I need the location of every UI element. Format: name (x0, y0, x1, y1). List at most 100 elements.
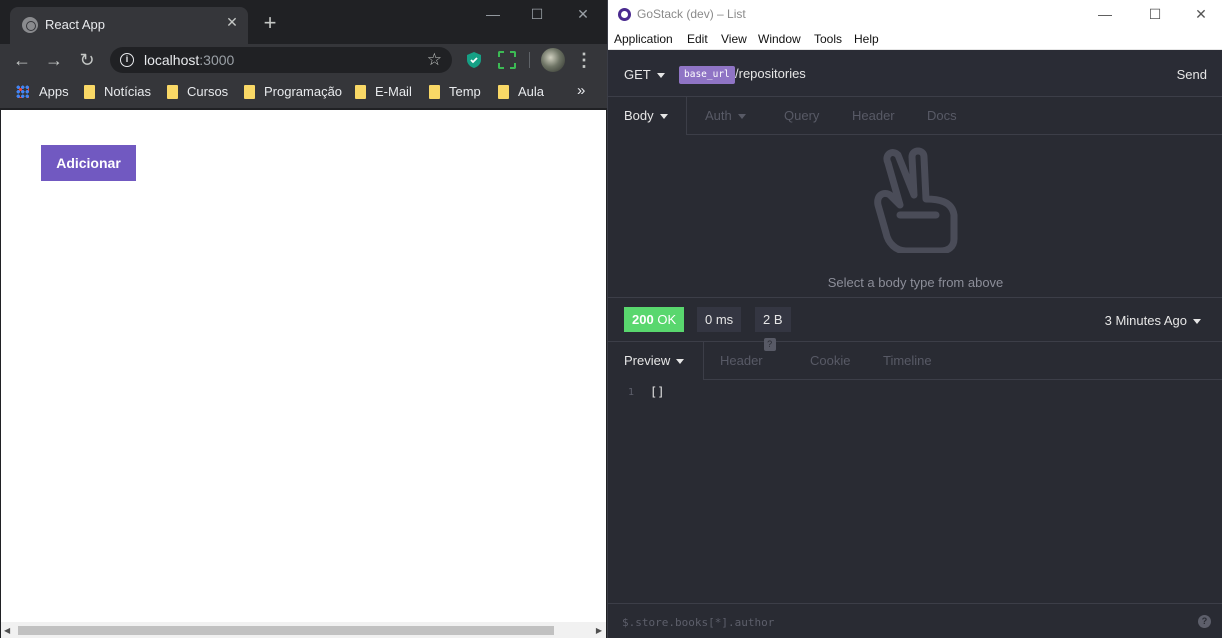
request-url-bar: GET base_url /repositories Send (608, 50, 1222, 97)
profile-avatar[interactable] (541, 48, 565, 72)
maximize-icon[interactable]: ☐ (1140, 4, 1170, 24)
browser-tab[interactable]: React App ✕ (10, 7, 248, 44)
bookmark-aula[interactable]: Aula (498, 84, 544, 100)
response-time-badge: 0 ms (697, 307, 742, 332)
tab-label: Preview (624, 353, 671, 368)
tab-label: Header (720, 353, 763, 368)
menu-window[interactable]: Window (758, 32, 801, 46)
bookmark-label: Cursos (187, 84, 229, 99)
info-icon[interactable]: i (120, 53, 134, 67)
chevron-down-icon (676, 359, 685, 365)
address-bar[interactable]: i localhost:3000 ☆ (110, 47, 452, 73)
desktop: React App ✕ + — ☐ ✕ ← → ↻ i localhost:30… (0, 0, 1222, 638)
page-viewport: Adicionar ◀ ▶ (1, 110, 606, 638)
bookmark-label: Programação (264, 84, 343, 99)
response-size-badge: 2 B (755, 307, 791, 332)
folder-icon (429, 85, 440, 99)
response-tabs: Preview Header? Cookie Timeline (608, 338, 1222, 380)
response-filter-bar: ? (608, 603, 1222, 638)
tab-body[interactable]: Body (608, 97, 687, 135)
chevron-down-icon (659, 114, 668, 120)
more-bookmarks-icon[interactable]: » (577, 82, 585, 99)
line-number: 1 (628, 387, 635, 398)
minimize-icon[interactable]: — (478, 4, 508, 24)
reload-icon[interactable]: ↻ (75, 48, 99, 72)
bookmark-programacao[interactable]: Programação (244, 84, 342, 100)
response-preview[interactable]: 1 [] (608, 381, 1222, 603)
chevron-down-icon (737, 114, 746, 120)
header-count-badge: ? (763, 338, 776, 351)
peace-hand-icon (874, 147, 958, 253)
more-menu-icon[interactable]: ⋮ (575, 48, 593, 72)
tab-auth[interactable]: Auth (705, 97, 746, 135)
bookmark-label: E-Mail (375, 84, 412, 99)
window-close-icon[interactable]: ✕ (1186, 4, 1216, 24)
tab-preview[interactable]: Preview (608, 342, 704, 380)
bookmark-noticias[interactable]: Notícias (84, 84, 151, 100)
bookmark-label: Notícias (104, 84, 151, 99)
scrollbar-thumb[interactable] (18, 626, 554, 635)
bookmark-label: Aula (518, 84, 545, 99)
method-dropdown[interactable]: GET (624, 67, 665, 82)
menu-view[interactable]: View (721, 32, 747, 46)
close-tab-icon[interactable]: ✕ (224, 14, 240, 30)
tab-cookie[interactable]: Cookie (810, 342, 850, 380)
tab-query[interactable]: Query (784, 97, 819, 135)
tab-label: Auth (705, 108, 732, 123)
folder-icon (244, 85, 255, 99)
new-tab-button[interactable]: + (258, 12, 282, 36)
status-badge: 200 OK (624, 307, 685, 332)
tab-docs[interactable]: Docs (927, 97, 957, 135)
help-icon[interactable]: ? (1198, 615, 1211, 628)
folder-icon (167, 85, 178, 99)
add-repository-button[interactable]: Adicionar (41, 145, 136, 181)
folder-icon (355, 85, 366, 99)
bookmark-star-icon[interactable]: ☆ (427, 50, 442, 70)
menu-tools[interactable]: Tools (814, 32, 842, 46)
menu-application[interactable]: Application (614, 32, 673, 46)
horizontal-scrollbar[interactable]: ◀ ▶ (1, 622, 606, 638)
url-path[interactable]: /repositories (735, 66, 806, 81)
response-history-dropdown[interactable]: 3 Minutes Ago (1105, 313, 1201, 328)
scroll-left-icon[interactable]: ◀ (4, 626, 10, 635)
bookmark-apps[interactable]: Apps (16, 84, 69, 100)
maximize-icon[interactable]: ☐ (522, 4, 552, 24)
shield-extension-icon[interactable] (466, 51, 482, 69)
bookmark-label: Temp (449, 84, 481, 99)
toolbar-divider (529, 52, 530, 68)
response-code-line: [] (650, 385, 665, 399)
menu-edit[interactable]: Edit (687, 32, 708, 46)
browser-toolbar: ← → ↻ i localhost:3000 ☆ ⋮ (0, 44, 607, 76)
response-filter-input[interactable] (622, 614, 1182, 630)
insomnia-window: GoStack (dev) – List — ☐ ✕ Application E… (607, 0, 1222, 638)
folder-icon (84, 85, 95, 99)
folder-icon (498, 85, 509, 99)
bookmark-email[interactable]: E-Mail (355, 84, 412, 100)
window-close-icon[interactable]: ✕ (568, 4, 598, 24)
bookmark-temp[interactable]: Temp (429, 84, 481, 100)
empty-body-panel: Select a body type from above (608, 135, 1222, 297)
tab-timeline[interactable]: Timeline (883, 342, 932, 380)
status-text: OK (657, 312, 677, 327)
insomnia-titlebar: GoStack (dev) – List — ☐ ✕ (608, 0, 1222, 30)
menu-help[interactable]: Help (854, 32, 879, 46)
bookmark-cursos[interactable]: Cursos (167, 84, 228, 100)
tab-label: Body (624, 108, 654, 123)
apps-grid-icon (16, 85, 29, 98)
tab-response-header[interactable]: Header? (720, 338, 776, 380)
tab-header[interactable]: Header (852, 97, 895, 135)
chrome-window: React App ✕ + — ☐ ✕ ← → ↻ i localhost:30… (0, 0, 607, 638)
window-title: GoStack (dev) – List (637, 7, 746, 21)
insomnia-logo-icon (618, 8, 631, 21)
bookmarks-bar: Apps Notícias Cursos Programação E-Mail … (0, 76, 607, 109)
forward-icon[interactable]: → (42, 48, 66, 72)
back-icon[interactable]: ← (10, 48, 34, 72)
screenshot-extension-icon[interactable] (498, 51, 516, 69)
chevron-down-icon (1193, 319, 1201, 325)
scroll-right-icon[interactable]: ▶ (596, 626, 602, 635)
send-button[interactable]: Send (1177, 67, 1207, 82)
base-url-variable-tag[interactable]: base_url (679, 66, 735, 84)
url-port: :3000 (199, 52, 235, 68)
minimize-icon[interactable]: — (1090, 4, 1120, 24)
time-ago-label: 3 Minutes Ago (1104, 313, 1187, 328)
